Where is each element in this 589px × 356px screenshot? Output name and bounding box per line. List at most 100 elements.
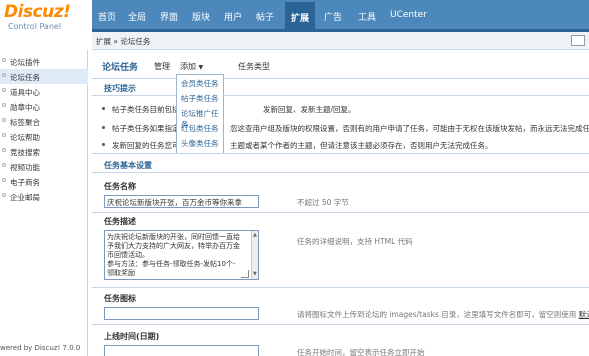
- sidebar-item-help[interactable]: 论坛帮助: [0, 129, 88, 144]
- bullet-icon: [2, 193, 6, 197]
- task-name-input[interactable]: 庆祝论坛新版块开张，百万金币等你来拿: [104, 195, 259, 208]
- tip-line-3: 发新回复的任务您可: [112, 141, 180, 150]
- resize-handle-icon[interactable]: [241, 270, 249, 278]
- sidebar-item-label: 企业邮局: [10, 193, 40, 202]
- nav-forums[interactable]: 版块: [192, 10, 210, 26]
- default-link[interactable]: 默认: [579, 310, 589, 319]
- sidebar-item-plugins[interactable]: 论坛插件: [0, 54, 88, 69]
- bullet-icon: [2, 148, 6, 152]
- nav-tools[interactable]: 工具: [358, 10, 376, 26]
- section-title: 任务基本设置: [104, 161, 152, 170]
- sidebar-item-video[interactable]: 视频功能: [0, 159, 88, 174]
- sidebar-item-label: 论坛插件: [10, 58, 40, 67]
- sidebar-item-label: 道具中心: [10, 88, 40, 97]
- sidebar-item-medals[interactable]: 勋章中心: [0, 99, 88, 114]
- nav-interface[interactable]: 界面: [160, 10, 178, 26]
- sidebar-item-tasks[interactable]: 论坛任务: [0, 69, 88, 84]
- nav-extend[interactable]: 扩展: [285, 2, 316, 32]
- sidebar-item-label: 标签聚合: [10, 118, 40, 127]
- icon-hint: 请将图标文件上传到论坛的 images/tasks 目录，这里填写文件名即可，留…: [297, 309, 589, 320]
- sidebar: 论坛插件 论坛任务 道具中心 勋章中心 标签聚合 论坛帮助 竞技搜索 视频功能 …: [0, 50, 88, 356]
- desc-hint: 任务的详细说明，支持 HTML 代码: [297, 237, 413, 246]
- bullet-icon: [2, 118, 6, 122]
- name-label: 任务名称: [104, 182, 136, 191]
- sidebar-item-ecommerce[interactable]: 电子商务: [0, 174, 88, 189]
- sidebar-item-label: 论坛帮助: [10, 133, 40, 142]
- tip-line-2: 帖子类任务如果指定: [112, 124, 180, 133]
- divider: [92, 212, 589, 213]
- divider: [92, 172, 589, 173]
- name-hint: 不超过 50 字节: [297, 198, 349, 207]
- nav-posts[interactable]: 帖子: [256, 10, 274, 26]
- sidebar-item-label: 论坛任务: [10, 73, 40, 82]
- time-label: 上线时间(日期): [104, 332, 160, 341]
- menu-item-post-task[interactable]: 帖子类任务: [181, 93, 219, 104]
- sidebar-item-label: 视频功能: [10, 163, 40, 172]
- start-time-input[interactable]: [104, 345, 259, 356]
- add-dropdown-menu: 会员类任务 帖子类任务 论坛推广任务 红包类任务 头像类任务: [176, 74, 224, 154]
- tab-manage[interactable]: 管理: [154, 61, 170, 72]
- sidebar-item-magic[interactable]: 道具中心: [0, 84, 88, 99]
- top-nav: 首页 全局 界面 版块 用户 帖子 扩展 广告 工具 UCenter: [92, 0, 589, 32]
- divider: [92, 78, 589, 79]
- tip-line-1-tail: 发新回复、发新主题/回复。: [263, 105, 356, 114]
- quick-search-input[interactable]: [571, 35, 585, 46]
- desc-line: 币回馈活动。: [107, 251, 149, 259]
- tab-task-types[interactable]: 任务类型: [238, 61, 270, 72]
- task-icon-input[interactable]: [104, 307, 259, 320]
- tab-add[interactable]: 添加 ▼: [180, 61, 203, 72]
- tip-line-1: 帖子类任务目前包括: [112, 105, 180, 114]
- powered-by: wered by Discuz! 7.0.0: [0, 344, 81, 352]
- nav-ads[interactable]: 广告: [324, 10, 342, 26]
- sidebar-item-label: 勋章中心: [10, 103, 40, 112]
- tip-line-2-tail: 忽这查用户组及版块的权限设置，否则有的用户申请了任务，可能由于无权在该版块发帖，…: [230, 124, 589, 133]
- sidebar-item-label: 电子商务: [10, 178, 40, 187]
- bullet-icon: [2, 163, 6, 167]
- icon-label: 任务图标: [104, 294, 136, 303]
- menu-item-redpacket-task[interactable]: 红包类任务: [181, 123, 219, 134]
- tip-bullet-icon: [102, 126, 105, 129]
- sidebar-item-tags[interactable]: 标签聚合: [0, 114, 88, 129]
- menu-item-member-task[interactable]: 会员类任务: [181, 78, 219, 89]
- breadcrumb-bar: 扩展 » 论坛任务: [92, 32, 589, 50]
- divider: [92, 95, 589, 96]
- desc-line: 予我们大力支持的广大网友，特举办百万金: [107, 242, 240, 250]
- divider: [92, 324, 589, 325]
- icon-hint-text: 请将图标文件上传到论坛的 images/tasks 目录，这里填写文件名即可，留…: [297, 310, 577, 319]
- menu-item-avatar-task[interactable]: 头像类任务: [181, 138, 219, 149]
- bullet-icon: [2, 133, 6, 137]
- caret-down-icon: ▼: [198, 64, 204, 71]
- textarea-scrollbar[interactable]: [251, 231, 258, 279]
- bullet-icon: [2, 178, 6, 182]
- nav-home[interactable]: 首页: [98, 10, 116, 26]
- tip-bullet-icon: [102, 107, 105, 110]
- tip-line-3-tail: 主题或者某个作者的主题，但请注意该主题必须存在，否则用户无法完成任务。: [230, 141, 493, 150]
- tab-add-label: 添加: [180, 62, 196, 71]
- desc-line: 为庆祝论坛新版块的开张，同时回馈一直给: [107, 233, 240, 241]
- desc-label: 任务描述: [104, 217, 136, 226]
- logo[interactable]: Discuz! Control Panel: [0, 0, 92, 34]
- task-desc-textarea[interactable]: 为庆祝论坛新版块的开张，同时回馈一直给 予我们大力支持的广大网友，特举办百万金 …: [104, 230, 259, 280]
- breadcrumb: 扩展 » 论坛任务: [96, 37, 151, 46]
- sidebar-item-label: 竞技搜索: [10, 148, 40, 157]
- logo-subtitle: Control Panel: [8, 22, 62, 31]
- time-hint: 任务开始时间，留空表示任务立即开始: [297, 348, 425, 356]
- bullet-icon: [2, 73, 6, 77]
- tip-bullet-icon: [102, 143, 105, 146]
- sidebar-item-mail[interactable]: 企业邮局: [0, 189, 88, 204]
- logo-text: Discuz!: [4, 2, 71, 22]
- tips-title: 技巧提示: [104, 84, 136, 93]
- bullet-icon: [2, 58, 6, 62]
- bullet-icon: [2, 88, 6, 92]
- divider: [92, 287, 589, 288]
- bullet-icon: [2, 103, 6, 107]
- divider: [92, 153, 589, 154]
- sidebar-item-search[interactable]: 竞技搜索: [0, 144, 88, 159]
- nav-global[interactable]: 全局: [128, 10, 146, 26]
- page-title: 论坛任务: [102, 63, 139, 73]
- desc-line: 参与方法：参与任务-领取任务-发帖10个-: [107, 260, 236, 268]
- main-content: 论坛任务 管理 添加 ▼ 任务类型 技巧提示 帖子类任务目前包括 发新回复、发新…: [92, 50, 589, 356]
- desc-line: 领取奖励: [107, 269, 135, 277]
- nav-ucenter[interactable]: UCenter: [390, 10, 427, 26]
- nav-users[interactable]: 用户: [224, 10, 242, 26]
